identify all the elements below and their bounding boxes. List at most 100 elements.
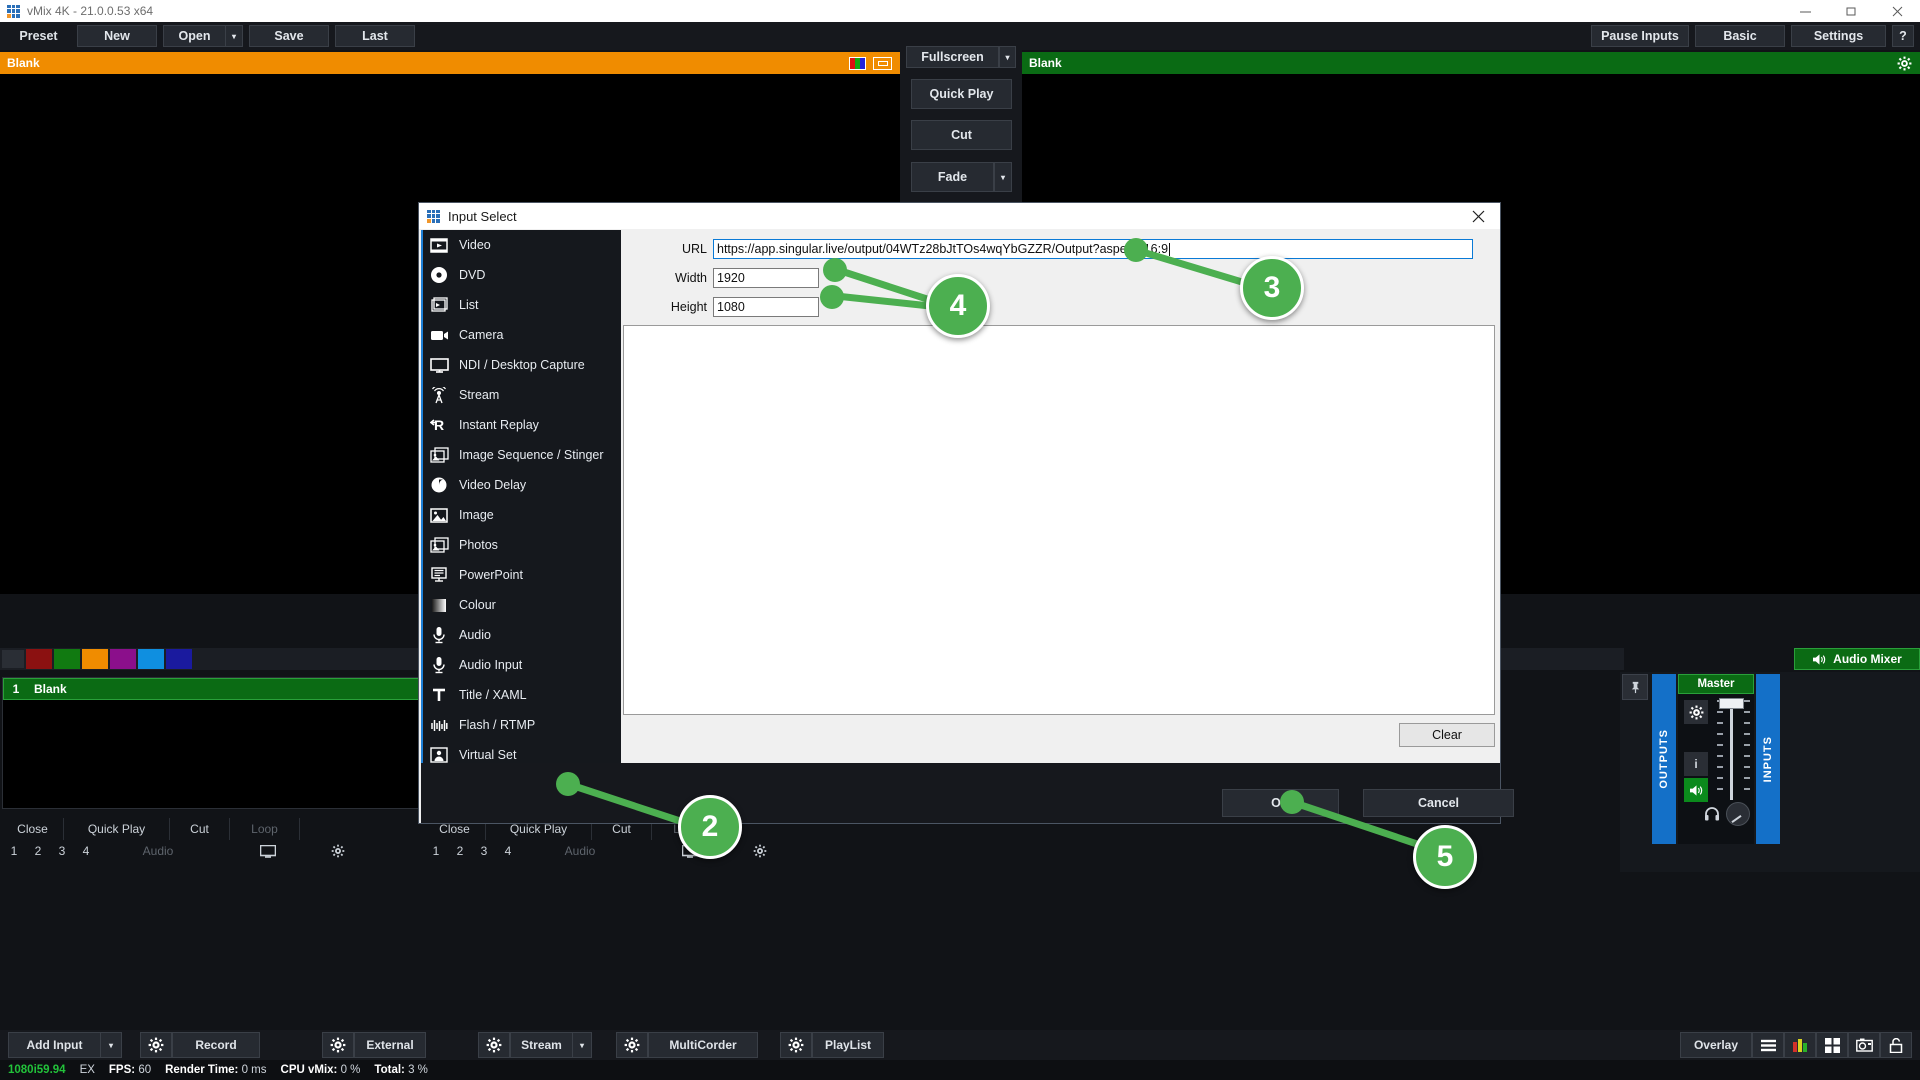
add-input-dropdown-arrow[interactable]: ▾ [100, 1032, 122, 1058]
swatch-purple[interactable] [110, 649, 136, 669]
playlist-settings-gear-icon[interactable] [780, 1032, 812, 1058]
new-button[interactable]: New [77, 25, 157, 47]
tile1-overlay-2[interactable]: 2 [26, 840, 50, 862]
external-settings-gear-icon[interactable] [322, 1032, 354, 1058]
tile2-overlay-3[interactable]: 3 [472, 840, 496, 862]
tile1-overlay-1[interactable]: 1 [2, 840, 26, 862]
input-type-photos[interactable]: Photos [423, 530, 621, 560]
basic-button[interactable]: Basic [1695, 25, 1785, 47]
maximize-icon[interactable] [1828, 0, 1874, 22]
stream-dropdown-arrow[interactable]: ▾ [572, 1032, 592, 1058]
tile2-overlay-2[interactable]: 2 [448, 840, 472, 862]
browser-preview-panel[interactable] [623, 325, 1495, 715]
fullscreen-button[interactable]: Fullscreen [906, 46, 999, 68]
swatch-orange[interactable] [82, 649, 108, 669]
external-button[interactable]: External [354, 1032, 426, 1058]
tile1-overlay-3[interactable]: 3 [50, 840, 74, 862]
multicorder-button[interactable]: MultiCorder [648, 1032, 758, 1058]
input-tile-1-thumbnail[interactable] [3, 700, 419, 788]
cancel-button[interactable]: Cancel [1363, 789, 1514, 817]
master-fader-track[interactable] [1730, 700, 1733, 800]
tile1-loop-button[interactable]: Loop [230, 818, 300, 840]
audio-levels-icon[interactable] [1784, 1032, 1816, 1058]
multicorder-settings-gear-icon[interactable] [616, 1032, 648, 1058]
master-info-button[interactable]: i [1684, 752, 1708, 776]
input-type-video-delay[interactable]: Video Delay [423, 470, 621, 500]
multiview-grid-icon[interactable] [1816, 1032, 1848, 1058]
overlay-button[interactable]: Overlay [1680, 1032, 1752, 1058]
input-type-title-xaml[interactable]: Title / XAML [423, 680, 621, 710]
program-header[interactable]: Blank [1022, 52, 1920, 74]
swatch-green[interactable] [54, 649, 80, 669]
last-button[interactable]: Last [335, 25, 415, 47]
input-type-ndi-desktop-capture[interactable]: NDI / Desktop Capture [423, 350, 621, 380]
tile2-settings-gear-icon[interactable] [740, 840, 780, 862]
tile1-overlay-4[interactable]: 4 [74, 840, 98, 862]
preview-header[interactable]: Blank [0, 52, 900, 74]
input-type-instant-replay[interactable]: R Instant Replay [423, 410, 621, 440]
stream-settings-gear-icon[interactable] [478, 1032, 510, 1058]
master-mute-speaker-icon[interactable] [1684, 778, 1708, 802]
record-settings-gear-icon[interactable] [140, 1032, 172, 1058]
input-type-image-sequence-stinger[interactable]: Image Sequence / Stinger [423, 440, 621, 470]
hamburger-menu-icon[interactable] [1752, 1032, 1784, 1058]
height-input[interactable]: 1080 [713, 297, 819, 317]
tile1-close-button[interactable]: Close [2, 818, 64, 840]
colour-bars-icon[interactable] [849, 57, 866, 70]
open-button[interactable]: Open [163, 25, 225, 47]
tile1-settings-gear-icon[interactable] [318, 840, 358, 862]
tile2-audio-label[interactable]: Audio [520, 840, 640, 862]
input-type-stream[interactable]: Stream [423, 380, 621, 410]
input-type-camera[interactable]: Camera [423, 320, 621, 350]
fade-button[interactable]: Fade [911, 162, 994, 192]
ok-button[interactable]: OK [1222, 789, 1339, 817]
input-type-video[interactable]: Video [423, 230, 621, 260]
quick-play-button[interactable]: Quick Play [911, 79, 1012, 109]
url-input[interactable]: https://app.singular.live/output/04WTz28… [713, 239, 1473, 259]
input-type-powerpoint[interactable]: PowerPoint [423, 560, 621, 590]
tile1-monitor-icon[interactable] [218, 840, 318, 862]
fade-dropdown-arrow[interactable]: ▾ [994, 162, 1012, 192]
master-settings-gear-icon[interactable] [1684, 700, 1708, 724]
pause-inputs-button[interactable]: Pause Inputs [1591, 25, 1689, 47]
tile2-overlay-4[interactable]: 4 [496, 840, 520, 862]
fullscreen-dropdown-arrow[interactable]: ▾ [999, 46, 1016, 68]
master-fader-knob[interactable] [1719, 698, 1744, 709]
swatch-blank[interactable] [2, 650, 24, 668]
help-button[interactable]: ? [1892, 25, 1914, 47]
master-headphone-volume-knob[interactable] [1726, 802, 1750, 826]
dialog-close-icon[interactable] [1456, 203, 1500, 229]
settings-button[interactable]: Settings [1791, 25, 1886, 47]
record-button[interactable]: Record [172, 1032, 260, 1058]
input-type-list[interactable]: Video DVD List Camera NDI / Desktop Capt… [421, 230, 621, 797]
swatch-darkblue[interactable] [166, 649, 192, 669]
tile1-audio-label[interactable]: Audio [98, 840, 218, 862]
swatch-lightblue[interactable] [138, 649, 164, 669]
clear-button[interactable]: Clear [1399, 723, 1495, 747]
gear-icon[interactable] [1897, 56, 1912, 71]
window-view-icon[interactable] [873, 57, 892, 70]
lock-icon[interactable] [1880, 1032, 1912, 1058]
cut-button[interactable]: Cut [911, 120, 1012, 150]
input-type-dvd[interactable]: DVD [423, 260, 621, 290]
input-type-audio[interactable]: Audio [423, 620, 621, 650]
input-type-flash-rtmp[interactable]: Flash / RTMP [423, 710, 621, 740]
pin-icon[interactable] [1622, 674, 1648, 700]
tile1-cut-button[interactable]: Cut [170, 818, 230, 840]
width-input[interactable]: 1920 [713, 268, 819, 288]
input-tile-1[interactable]: 1 Blank [2, 677, 420, 809]
tile1-quickplay-button[interactable]: Quick Play [64, 818, 170, 840]
input-type-list[interactable]: List [423, 290, 621, 320]
snapshot-camera-icon[interactable] [1848, 1032, 1880, 1058]
input-type-colour[interactable]: Colour [423, 590, 621, 620]
headphones-icon[interactable] [1704, 806, 1720, 822]
close-icon[interactable] [1874, 0, 1920, 22]
tile2-overlay-1[interactable]: 1 [424, 840, 448, 862]
save-button[interactable]: Save [249, 25, 329, 47]
swatch-red[interactable] [26, 649, 52, 669]
audio-mixer-header[interactable]: Audio Mixer [1794, 648, 1920, 670]
outputs-tab[interactable]: OUTPUTS [1652, 674, 1676, 844]
playlist-button[interactable]: PlayList [812, 1032, 884, 1058]
open-dropdown-arrow[interactable]: ▾ [225, 25, 243, 47]
stream-button[interactable]: Stream [510, 1032, 572, 1058]
